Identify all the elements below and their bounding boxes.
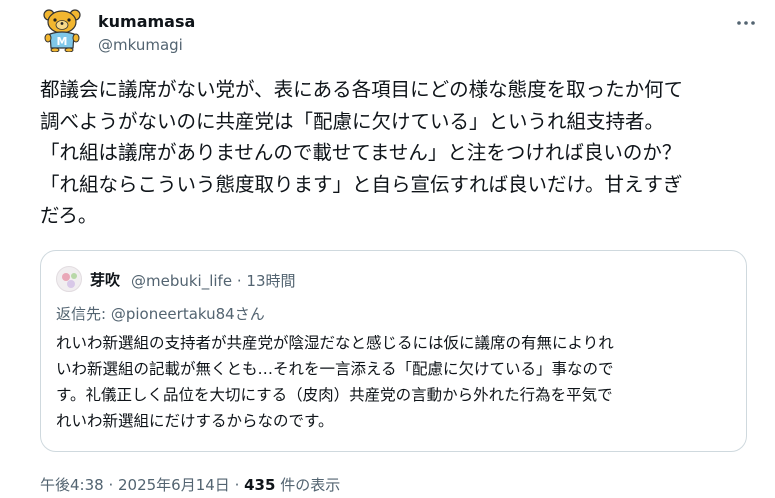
reply-to: 返信先: @pioneertaku84さん [56,303,265,324]
post-text-line: 「れ組ならこういう態度取ります」と自ら宣伝すれば良いだけ。甘えすぎ [40,172,683,196]
author-handle[interactable]: @mkumagi [98,36,183,54]
view-label: 件の表示 [275,476,341,494]
quote-text-line: れいわ新選組の支持者が共産党が陰湿だなと感じるには仮に議席の有無によりれ [56,334,614,352]
post-text-line: 都議会に議席がない党が、表にある各項目にどの様な態度を取ったか何て [40,78,684,101]
reply-prefix: 返信先: [56,305,111,323]
post-text-line: だろ。 [40,204,98,227]
view-count: 435 [244,476,276,494]
quote-text: れいわ新選組の支持者が共産党が陰湿だなと感じるには仮に議席の有無によりれ いわ新… [56,330,746,434]
footer-separator: · [229,476,245,494]
post-text-line: 調べようがないのに共産党は「配慮に欠けている」というれ組支持者。 [40,109,665,133]
post-text: 都議会に議席がない党が、表にある各項目にどの様な態度を取ったか何て 調べようがな… [40,74,760,232]
footer-separator: · [103,476,118,494]
svg-text:M: M [57,35,68,48]
quote-author-handle[interactable]: @mebuki_life [131,272,232,290]
quote-text-line: す。礼儀正しく品位を大切にする（皮肉）共産党の言動から外れた行為を平気で [56,386,613,404]
quote-meta: @mebuki_life · 13時間 [131,270,296,291]
quote-text-line: れいわ新選組にだけするからなのです。 [56,412,334,430]
post-footer: 午後4:38 · 2025年6月14日 · 435 件の表示 [40,474,340,495]
post-date[interactable]: 2025年6月14日 [118,476,230,494]
meta-separator: · [236,272,242,290]
post-time[interactable]: 午後4:38 [40,476,104,494]
quote-text-line: いわ新選組の記載が無くとも…それを一言添える「配慮に欠けている」事なので [56,360,614,378]
post-header: M kumamasa @mkumagi [40,8,759,58]
author-name[interactable]: kumamasa [98,12,195,31]
more-options-icon[interactable] [735,12,757,34]
quote-avatar[interactable] [56,266,82,292]
quote-time[interactable]: 13時間 [246,272,295,290]
avatar-image-icon [62,273,77,288]
bear-mascot-icon[interactable]: M [40,8,84,52]
quoted-post[interactable]: 芽吹 @mebuki_life · 13時間 返信先: @pioneertaku… [40,250,747,452]
quote-author-name[interactable]: 芽吹 [90,269,120,290]
post-text-line: 「れ組は議席がありませんので載せてません」と注をつければ良いのか？ [40,141,682,164]
reply-handle-link[interactable]: @pioneertaku84さん [111,305,265,323]
